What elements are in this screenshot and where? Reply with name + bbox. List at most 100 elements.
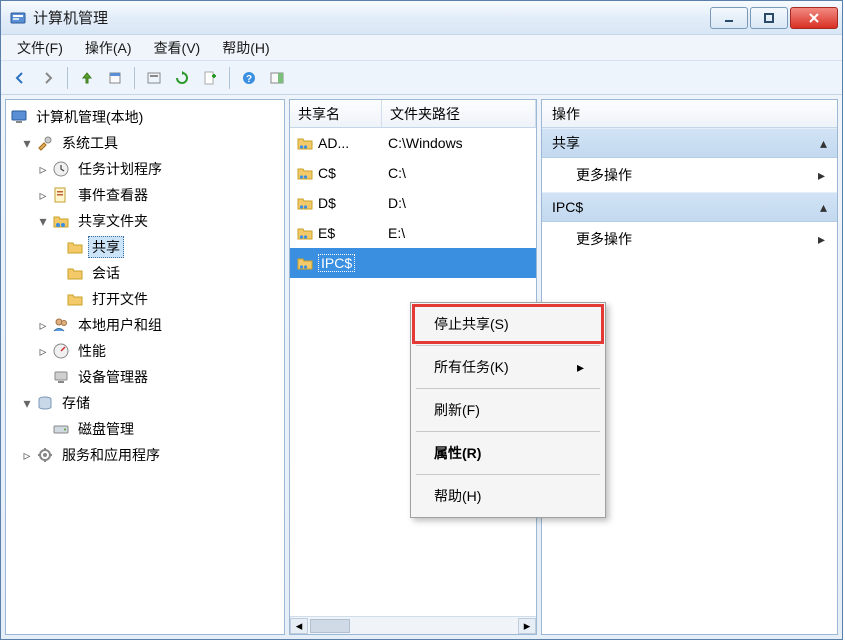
collapse-icon: ▴ (820, 135, 827, 152)
ctx-help[interactable]: 帮助(H) (414, 478, 602, 514)
tree-shared-folders[interactable]: ▾ 共享文件夹 (8, 208, 282, 234)
toolbar-divider (67, 67, 68, 89)
performance-icon (52, 342, 70, 360)
svg-text:?: ? (246, 74, 252, 85)
toolbar: ? (1, 61, 842, 95)
collapse-icon[interactable]: ▾ (36, 214, 50, 228)
share-name: D$ (318, 195, 336, 211)
tree-local-users[interactable]: ▹ 本地用户和组 (8, 312, 282, 338)
computer-icon (10, 108, 28, 126)
users-icon (52, 316, 70, 334)
actions-section-shares[interactable]: 共享 ▴ (542, 128, 837, 158)
actions-more-2[interactable]: 更多操作 ▸ (542, 222, 837, 256)
expand-icon[interactable]: ▹ (36, 162, 50, 176)
up-button[interactable] (74, 65, 100, 91)
share-path: C:\ (388, 165, 406, 181)
scroll-right-button[interactable]: ▸ (518, 618, 536, 634)
ctx-refresh[interactable]: 刷新(F) (414, 392, 602, 428)
collapse-icon: ▴ (820, 199, 827, 216)
tree-disk-management[interactable]: 磁盘管理 (8, 416, 282, 442)
tree-performance[interactable]: ▹ 性能 (8, 338, 282, 364)
ctx-all-tasks[interactable]: 所有任务(K) ▸ (414, 349, 602, 385)
minimize-button[interactable] (710, 7, 748, 29)
tree-device-manager[interactable]: 设备管理器 (8, 364, 282, 390)
collapse-icon[interactable]: ▾ (20, 136, 34, 150)
col-folder-path[interactable]: 文件夹路径 (382, 100, 536, 127)
forward-button[interactable] (35, 65, 61, 91)
disk-icon (52, 420, 70, 438)
horizontal-scrollbar[interactable]: ◂ ▸ (290, 616, 536, 634)
column-headers: 共享名 文件夹路径 (290, 100, 536, 128)
tree-sessions[interactable]: 会话 (8, 260, 282, 286)
window-title: 计算机管理 (33, 7, 710, 28)
share-folder-icon (296, 134, 314, 152)
menu-action[interactable]: 操作(A) (75, 36, 142, 60)
new-button[interactable] (197, 65, 223, 91)
tree-event-viewer[interactable]: ▹ 事件查看器 (8, 182, 282, 208)
tree-storage[interactable]: ▾ 存储 (8, 390, 282, 416)
ctx-separator (416, 388, 600, 389)
tools-icon (36, 134, 54, 152)
help-button[interactable]: ? (236, 65, 262, 91)
menubar: 文件(F) 操作(A) 查看(V) 帮助(H) (1, 35, 842, 61)
menu-help[interactable]: 帮助(H) (212, 36, 279, 60)
tree-root[interactable]: 计算机管理(本地) (8, 104, 282, 130)
clock-icon (52, 160, 70, 178)
export-button[interactable] (141, 65, 167, 91)
share-name: AD... (318, 135, 349, 151)
tree-system-tools[interactable]: ▾ 系统工具 (8, 130, 282, 156)
menu-view[interactable]: 查看(V) (144, 36, 211, 60)
tree-shares[interactable]: 共享 (8, 234, 282, 260)
share-name: IPC$ (318, 254, 355, 272)
expand-icon[interactable]: ▹ (20, 448, 34, 462)
maximize-button[interactable] (750, 7, 788, 29)
properties-button[interactable] (102, 65, 128, 91)
share-path: D:\ (388, 195, 406, 211)
col-share-name[interactable]: 共享名 (290, 100, 382, 127)
chevron-right-icon: ▸ (818, 167, 825, 184)
actions-header: 操作 (542, 100, 837, 128)
ctx-separator (416, 345, 600, 346)
openfiles-icon (66, 290, 84, 308)
nav-tree[interactable]: 计算机管理(本地) ▾ 系统工具 ▹ 任务计划程序 ▹ (6, 100, 284, 634)
share-row[interactable]: E$ E:\ (290, 218, 536, 248)
share-folder-icon (296, 224, 314, 242)
tree-task-scheduler[interactable]: ▹ 任务计划程序 (8, 156, 282, 182)
back-button[interactable] (7, 65, 33, 91)
share-row[interactable]: AD... C:\Windows (290, 128, 536, 158)
shared-folder-icon (52, 212, 70, 230)
share-path: C:\Windows (388, 135, 463, 151)
refresh-button[interactable] (169, 65, 195, 91)
sessions-icon (66, 264, 84, 282)
share-row[interactable]: IPC$ (290, 248, 536, 278)
ctx-properties[interactable]: 属性(R) (414, 435, 602, 471)
app-icon (9, 9, 27, 27)
expand-icon[interactable]: ▹ (36, 318, 50, 332)
context-menu: 停止共享(S) 所有任务(K) ▸ 刷新(F) 属性(R) 帮助(H) (410, 302, 606, 518)
event-icon (52, 186, 70, 204)
share-row[interactable]: C$C:\ (290, 158, 536, 188)
expand-icon[interactable]: ▹ (36, 188, 50, 202)
tree-services[interactable]: ▹ 服务和应用程序 (8, 442, 282, 468)
ctx-stop-sharing[interactable]: 停止共享(S) (414, 306, 602, 342)
share-row[interactable]: D$ D:\ (290, 188, 536, 218)
services-icon (36, 446, 54, 464)
titlebar: 计算机管理 (1, 1, 842, 35)
menu-file[interactable]: 文件(F) (7, 36, 73, 60)
ctx-separator (416, 431, 600, 432)
share-name: E$ (318, 225, 335, 241)
toolbar-divider (229, 67, 230, 89)
collapse-icon[interactable]: ▾ (20, 396, 34, 410)
expand-icon[interactable]: ▹ (36, 344, 50, 358)
share-path: E:\ (388, 225, 405, 241)
toolbar-divider (134, 67, 135, 89)
scroll-thumb[interactable] (310, 619, 350, 633)
scroll-left-button[interactable]: ◂ (290, 618, 308, 634)
device-icon (52, 368, 70, 386)
tree-open-files[interactable]: 打开文件 (8, 286, 282, 312)
show-action-pane-button[interactable] (264, 65, 290, 91)
actions-more-1[interactable]: 更多操作 ▸ (542, 158, 837, 192)
close-button[interactable] (790, 7, 838, 29)
actions-section-ipc[interactable]: IPC$ ▴ (542, 192, 837, 222)
chevron-right-icon: ▸ (818, 231, 825, 248)
